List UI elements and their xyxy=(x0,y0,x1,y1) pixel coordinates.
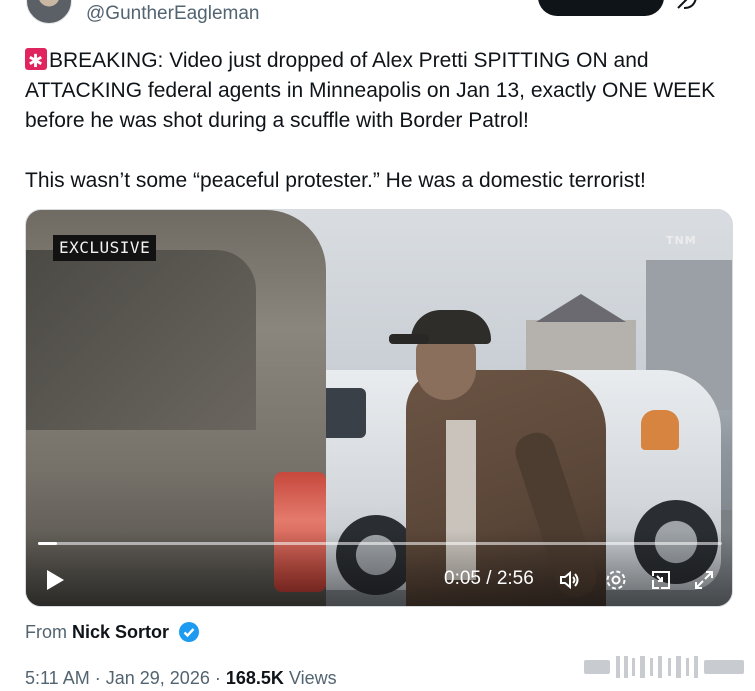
watermark-bars-icon xyxy=(584,656,744,678)
video-frame-suv-window xyxy=(26,250,256,430)
tweet-body: BREAKING: Video just dropped of Alex Pre… xyxy=(25,46,735,196)
settings-gear-icon[interactable] xyxy=(604,568,628,592)
exclusive-badge: EXCLUSIVE xyxy=(53,235,157,261)
grok-icon[interactable] xyxy=(676,0,698,10)
tweet-date[interactable]: Jan 29, 2026 xyxy=(106,668,210,688)
video-time: 0:05 / 2:56 xyxy=(444,568,534,589)
video-attribution: From Nick Sortor xyxy=(25,621,200,643)
play-icon[interactable] xyxy=(40,566,68,594)
view-count: 168.5K xyxy=(225,668,284,688)
video-watermark: TNM xyxy=(666,234,697,247)
video-frame-bystander xyxy=(641,410,679,450)
tweet-paragraph-1: BREAKING: Video just dropped of Alex Pre… xyxy=(25,46,735,136)
police-siren-icon xyxy=(25,46,47,76)
tweet-meta: 5:11 AM · Jan 29, 2026 · 168.5K Views xyxy=(25,668,337,689)
video-progress-fill xyxy=(38,542,58,545)
views-label: Views xyxy=(288,668,337,688)
meta-separator: · xyxy=(94,668,101,688)
person-cap xyxy=(389,310,491,344)
attribution-author-link[interactable]: Nick Sortor xyxy=(72,622,169,642)
subscribe-button[interactable] xyxy=(538,0,664,16)
author-handle[interactable]: @GuntherEagleman xyxy=(86,3,260,25)
video-controls: 0:05 / 2:56 xyxy=(26,530,732,606)
tweet-text-1: BREAKING: Video just dropped of Alex Pre… xyxy=(25,49,722,132)
person-face xyxy=(416,340,476,400)
meta-separator: · xyxy=(214,668,221,688)
fullscreen-icon[interactable] xyxy=(692,568,716,592)
video-progress-bar[interactable] xyxy=(38,542,722,545)
attribution-prefix: From xyxy=(25,622,67,642)
volume-icon[interactable] xyxy=(558,568,582,592)
tweet-paragraph-2: This wasn’t some “peaceful protester.” H… xyxy=(25,169,646,192)
video-player[interactable]: EXCLUSIVE TNM 0:05 / 2:56 xyxy=(25,209,733,607)
picture-in-picture-icon[interactable] xyxy=(649,568,673,592)
tweet-time[interactable]: 5:11 AM xyxy=(25,668,90,688)
verified-badge-icon xyxy=(179,622,200,642)
user-avatar[interactable] xyxy=(26,0,72,24)
tweet-header: @GuntherEagleman xyxy=(0,0,755,28)
